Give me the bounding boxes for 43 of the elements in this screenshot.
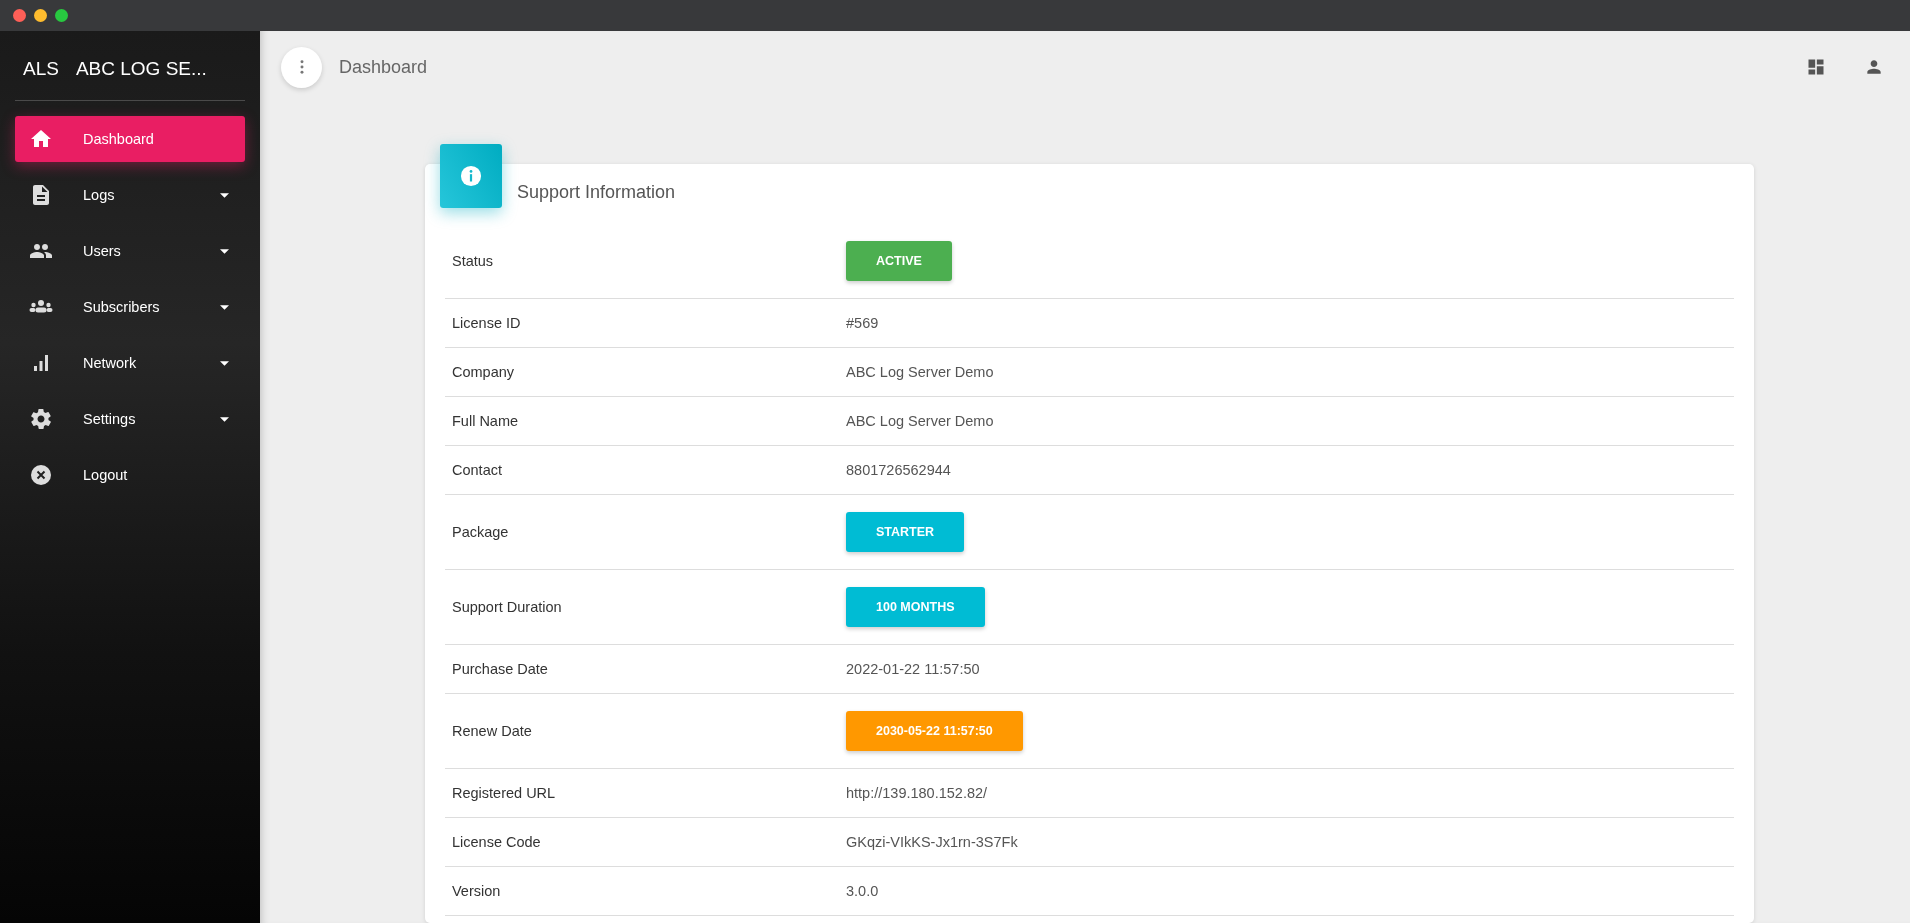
- sidebar-item[interactable]: Settings: [15, 396, 245, 442]
- maximize-window-icon[interactable]: [55, 9, 68, 22]
- minimize-window-icon[interactable]: [34, 9, 47, 22]
- field-value: 2022-01-22 11:57:50: [846, 661, 980, 677]
- field-label: Package: [451, 524, 510, 540]
- info-icon: [460, 165, 482, 187]
- sidebar-item[interactable]: Users: [15, 228, 245, 274]
- status-badge: 100 MONTHS: [846, 587, 985, 627]
- page-title: Dashboard: [339, 56, 428, 78]
- field-label: License Code: [451, 834, 542, 850]
- brand-name: ABC LOG SE...: [75, 58, 207, 80]
- field-label: Contact: [451, 462, 503, 478]
- field-value: 8801726562944: [846, 462, 951, 478]
- settings-icon: [29, 407, 53, 431]
- sidebar-item[interactable]: Logs: [15, 172, 245, 218]
- field-label: Full Name: [451, 413, 520, 429]
- card-title: Support Information: [517, 182, 676, 203]
- field-value: ABC Log Server Demo: [846, 413, 994, 429]
- close-window-icon[interactable]: [13, 9, 26, 22]
- sidebar-item[interactable]: Dashboard: [15, 116, 245, 162]
- brand-logo-text: ALS: [23, 58, 59, 80]
- field-label: Purchase Date: [451, 661, 549, 677]
- dashboard-layout-icon[interactable]: [1806, 57, 1826, 77]
- field-value: #569: [846, 315, 879, 331]
- status-badge: 2030-05-22 11:57:50: [846, 711, 1023, 751]
- field-value: http://139.180.152.82/: [846, 785, 988, 801]
- sidebar-item[interactable]: Logout: [15, 452, 245, 498]
- close-circle-icon: [29, 463, 53, 487]
- more-vertical-icon: [299, 60, 304, 74]
- field-value: 3.0.0: [846, 883, 879, 899]
- field-label: Status: [451, 253, 495, 269]
- field-label: License ID: [451, 315, 522, 331]
- field-value: ABC Log Server Demo: [846, 364, 994, 380]
- field-label: Renew Date: [451, 723, 533, 739]
- sidebar-item[interactable]: Network: [15, 340, 245, 386]
- field-label: Company: [451, 364, 516, 380]
- status-badge: STARTER: [846, 512, 965, 552]
- status-badge: ACTIVE: [846, 241, 952, 281]
- field-value: GKqzi-VIkKS-Jx1rn-3S7Fk: [846, 834, 1018, 850]
- field-label: Version: [451, 883, 502, 899]
- field-label: Registered URL: [451, 785, 557, 801]
- sidebar-item[interactable]: Subscribers: [15, 284, 245, 330]
- field-label: Support Duration: [451, 599, 563, 615]
